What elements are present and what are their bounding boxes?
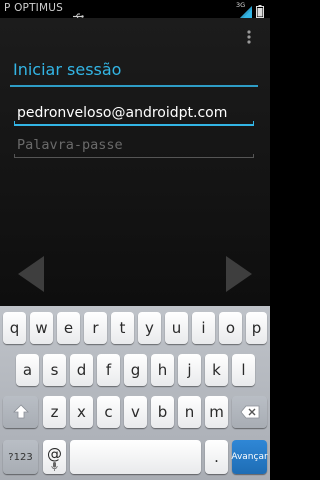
key-b[interactable]: b (151, 396, 174, 428)
carrier-name: P OPTIMUS (4, 2, 63, 14)
key-c[interactable]: c (97, 396, 120, 428)
next-button[interactable] (224, 254, 254, 294)
key-s[interactable]: s (43, 354, 66, 386)
email-underline (14, 121, 254, 126)
key-k[interactable]: k (205, 354, 228, 386)
key-u[interactable]: u (165, 312, 188, 344)
arrow-left-icon (18, 256, 44, 292)
key-i[interactable]: i (192, 312, 215, 344)
password-input[interactable] (14, 132, 254, 158)
key-period[interactable]: . (205, 440, 228, 474)
page-title: Iniciar sessão (13, 60, 122, 79)
key-y[interactable]: y (138, 312, 161, 344)
symbols-key[interactable]: ?123 (3, 440, 38, 474)
shift-arrow-icon (12, 404, 29, 419)
key-p[interactable]: p (246, 312, 267, 344)
key-d[interactable]: d (70, 354, 93, 386)
key-v[interactable]: v (124, 396, 147, 428)
key-w[interactable]: w (30, 312, 53, 344)
key-o[interactable]: o (219, 312, 242, 344)
password-underline (14, 154, 254, 158)
arrow-right-icon (226, 256, 252, 292)
key-x[interactable]: x (70, 396, 93, 428)
key-j[interactable]: j (178, 354, 201, 386)
password-field[interactable] (14, 132, 254, 158)
key-a[interactable]: a (16, 354, 39, 386)
signal-icon (240, 3, 252, 18)
microphone-icon (51, 462, 58, 471)
key-r[interactable]: r (84, 312, 107, 344)
overflow-menu-icon[interactable] (244, 28, 254, 46)
key-l[interactable]: l (232, 354, 255, 386)
key-t[interactable]: t (111, 312, 134, 344)
email-field[interactable] (14, 100, 254, 126)
shift-key[interactable] (3, 396, 38, 428)
battery-icon (256, 3, 264, 18)
soft-keyboard: q w e r t y u i o p a s d f g h j k l z … (0, 306, 270, 480)
backspace-icon (239, 405, 259, 419)
key-e[interactable]: e (57, 312, 80, 344)
key-q[interactable]: q (3, 312, 26, 344)
usb-debug-icon (73, 5, 84, 20)
key-m[interactable]: m (205, 396, 228, 428)
key-h[interactable]: h (151, 354, 174, 386)
key-at[interactable]: @ (43, 440, 66, 474)
status-bar: P OPTIMUS 3G (0, 0, 270, 20)
key-n[interactable]: n (178, 396, 201, 428)
title-divider (10, 85, 258, 87)
key-at-label: @ (47, 445, 62, 463)
previous-button[interactable] (16, 254, 46, 294)
backspace-key[interactable] (232, 396, 267, 428)
sign-in-screen: Iniciar sessão (0, 18, 270, 306)
key-z[interactable]: z (43, 396, 66, 428)
next-action-key[interactable]: Avançar (231, 440, 268, 474)
key-f[interactable]: f (97, 354, 120, 386)
key-g[interactable]: g (124, 354, 147, 386)
space-bar[interactable] (70, 440, 201, 474)
email-input[interactable] (14, 100, 254, 126)
